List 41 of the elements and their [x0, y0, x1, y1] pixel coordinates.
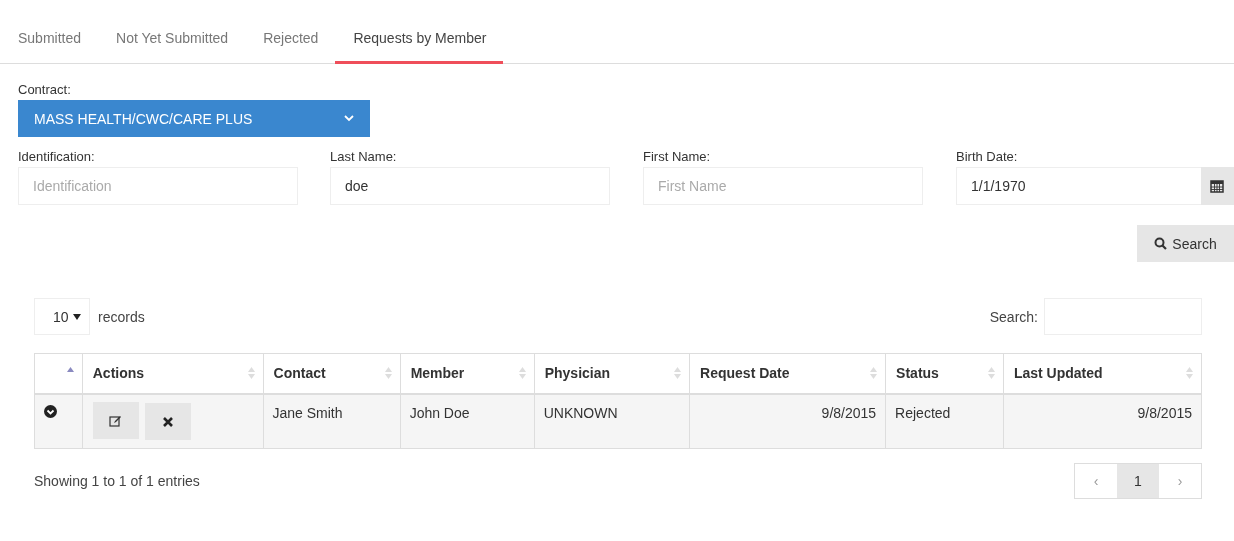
field-label: Contract:	[18, 82, 72, 97]
column-header[interactable]: Physician	[534, 353, 690, 394]
expand-icon[interactable]	[44, 404, 57, 418]
page-size-select[interactable]: 10	[34, 298, 90, 335]
close-icon	[162, 416, 173, 427]
field-label: Identification:	[18, 149, 96, 164]
table-cell: Jane Smith	[263, 393, 401, 449]
tab[interactable]: Not Yet Submitted	[98, 20, 246, 64]
table-cell: Rejected	[885, 393, 1004, 449]
tab[interactable]: Submitted	[0, 20, 99, 64]
input-field[interactable]: 1/1/1970	[956, 167, 1202, 205]
field-label: Last Name:	[330, 149, 398, 164]
column-header[interactable]: Contact	[263, 353, 401, 394]
column-header[interactable]: Status	[885, 353, 1004, 394]
page-button[interactable]: 1	[1117, 464, 1159, 498]
column-header[interactable]: Request Date	[689, 353, 886, 394]
contract-dropdown[interactable]: MASS HEALTH/CWC/CARE PLUS	[18, 100, 370, 137]
entries-info: Showing 1 to 1 of 1 entries	[34, 473, 200, 489]
tab[interactable]: Rejected	[245, 20, 336, 64]
chevron-down-icon	[344, 115, 354, 122]
field-label: First Name:	[643, 149, 712, 164]
column-header[interactable]: Member	[400, 353, 535, 394]
search-button[interactable]: Search	[1137, 225, 1234, 262]
delete-button[interactable]	[144, 403, 191, 441]
column-header[interactable]: Last Updated	[1003, 353, 1202, 394]
edit-icon	[109, 414, 123, 427]
table-cell: 9/8/2015	[1003, 393, 1202, 449]
caret-icon	[73, 313, 81, 320]
records-label: records	[98, 308, 145, 325]
column-header[interactable]: Actions	[82, 353, 263, 394]
search-icon	[1154, 237, 1168, 250]
table-cell: UNKNOWN	[534, 393, 690, 449]
table-cell: 9/8/2015	[689, 393, 886, 449]
field-label: Birth Date:	[956, 149, 1019, 164]
tab[interactable]: Requests by Member	[335, 20, 504, 64]
edit-button[interactable]	[92, 402, 139, 440]
calendar-icon	[1210, 179, 1225, 193]
table-cell: John Doe	[400, 393, 535, 449]
calendar-button[interactable]	[1200, 167, 1234, 205]
input-field[interactable]: doe	[330, 167, 610, 205]
search-label: Search:	[989, 308, 1038, 325]
